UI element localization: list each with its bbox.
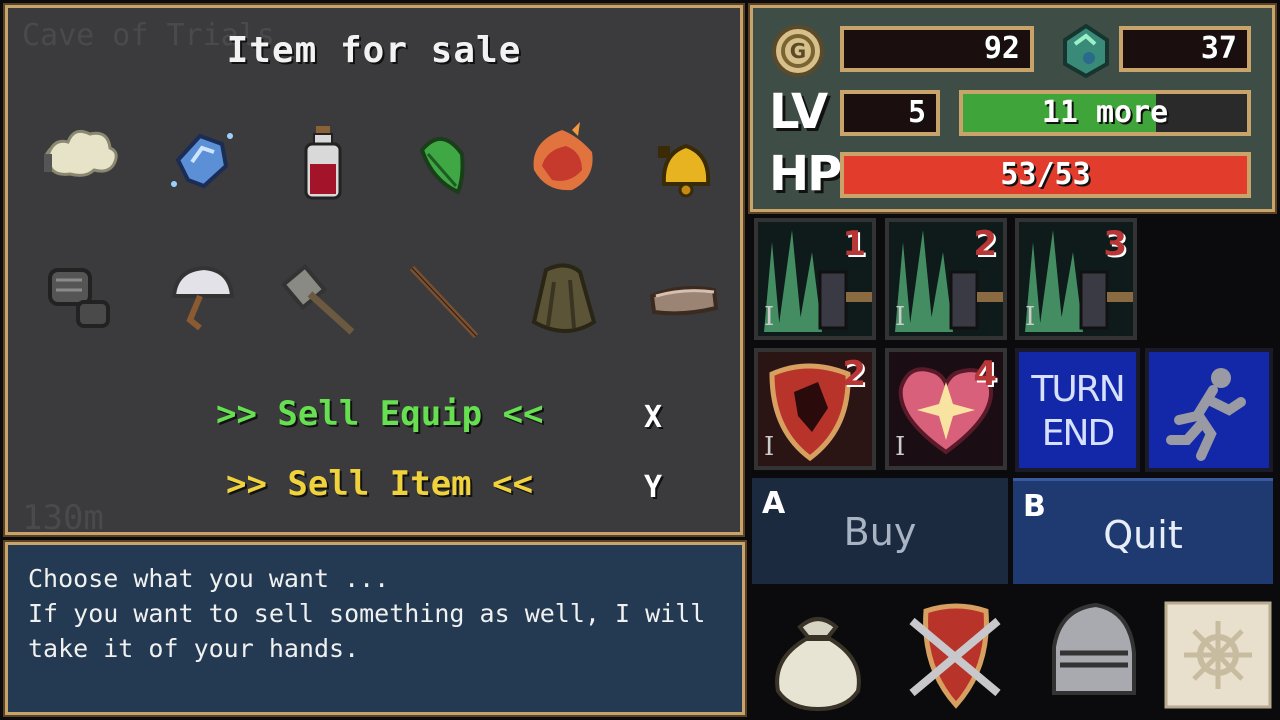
golden-bell-item[interactable] xyxy=(644,124,728,208)
background-depth-text: 130m xyxy=(22,498,104,538)
gem-counter: 37 xyxy=(1119,26,1251,72)
emblem-icon[interactable] xyxy=(898,597,1014,713)
fire-meat-item[interactable] xyxy=(522,118,606,202)
card-tier: I xyxy=(895,432,906,462)
svg-text:G: G xyxy=(790,39,806,63)
dialog-text: Choose what you want ... If you want to … xyxy=(28,564,706,663)
turn-end-button[interactable]: TURN END xyxy=(1015,348,1140,472)
blue-gem-item[interactable] xyxy=(160,118,244,202)
card-number: 2 xyxy=(842,354,866,394)
flee-button[interactable] xyxy=(1145,348,1273,472)
shield-card[interactable]: 2 I xyxy=(754,348,876,470)
turn-end-line-1: TURN xyxy=(1031,369,1125,410)
card-number: 1 xyxy=(842,224,866,264)
shop-title: Item for sale xyxy=(226,30,522,71)
exp-text: 11 more xyxy=(1041,95,1169,130)
shop-panel: Cave of Trials 130m Item for sale >> Sel… xyxy=(3,3,745,538)
cloak-item[interactable] xyxy=(522,256,606,340)
map-icon[interactable] xyxy=(1160,597,1276,713)
buy-label: Buy xyxy=(843,510,917,554)
red-potion-item[interactable] xyxy=(280,120,364,204)
hp-text: 53/53 xyxy=(1000,157,1091,192)
heart-card[interactable]: 4 I xyxy=(885,348,1007,470)
green-leaf-item[interactable] xyxy=(402,120,486,204)
card-tier: I xyxy=(1025,302,1036,332)
card-number: 4 xyxy=(973,354,997,394)
card-tier: I xyxy=(764,302,775,332)
gold-coin-icon: G xyxy=(772,25,824,77)
buy-button[interactable]: A Buy xyxy=(752,478,1008,584)
hp-label: HP xyxy=(769,146,842,202)
card-number: 3 xyxy=(1103,224,1127,264)
gold-value: 92 xyxy=(983,31,1020,66)
gem-icon xyxy=(1063,23,1109,79)
sell-equip-key-hint: X xyxy=(644,400,663,435)
card-number: 2 xyxy=(973,224,997,264)
helmet-item[interactable] xyxy=(160,256,244,340)
level-counter: 5 xyxy=(840,90,940,136)
exp-bar: 11 more xyxy=(959,90,1251,136)
stats-panel: G 92 37 LV 5 11 more HP 53/53 xyxy=(748,3,1277,214)
spike-attack-card-2[interactable]: 2 I xyxy=(885,218,1007,340)
turn-end-line-2: END xyxy=(1041,413,1115,454)
quit-label: Quit xyxy=(1103,513,1183,557)
running-man-icon xyxy=(1166,368,1246,461)
spike-attack-card-1[interactable]: 1 I xyxy=(754,218,876,340)
dialog-box: Choose what you want ... If you want to … xyxy=(3,540,747,717)
gold-counter: 92 xyxy=(840,26,1034,72)
gem-value: 37 xyxy=(1200,31,1237,66)
war-hammer-item[interactable] xyxy=(280,256,364,340)
bag-icon[interactable] xyxy=(760,597,876,713)
quit-button[interactable]: B Quit xyxy=(1013,478,1273,584)
sell-equip-button[interactable]: >> Sell Equip << xyxy=(216,394,544,434)
gauntlet-item[interactable] xyxy=(38,256,122,340)
bread-item[interactable] xyxy=(644,256,728,340)
level-label: LV xyxy=(769,84,828,140)
sell-item-button[interactable]: >> Sell Item << xyxy=(226,464,533,504)
card-tier: I xyxy=(895,302,906,332)
hp-bar: 53/53 xyxy=(840,152,1251,198)
sell-item-key-hint: Y xyxy=(644,470,663,505)
level-value: 5 xyxy=(907,95,926,130)
spike-attack-card-3[interactable]: 3 I xyxy=(1015,218,1137,340)
cloud-item[interactable] xyxy=(38,116,122,200)
card-tier: I xyxy=(764,432,775,462)
knight-helmet-icon[interactable] xyxy=(1030,597,1146,713)
staff-item[interactable] xyxy=(402,256,486,340)
